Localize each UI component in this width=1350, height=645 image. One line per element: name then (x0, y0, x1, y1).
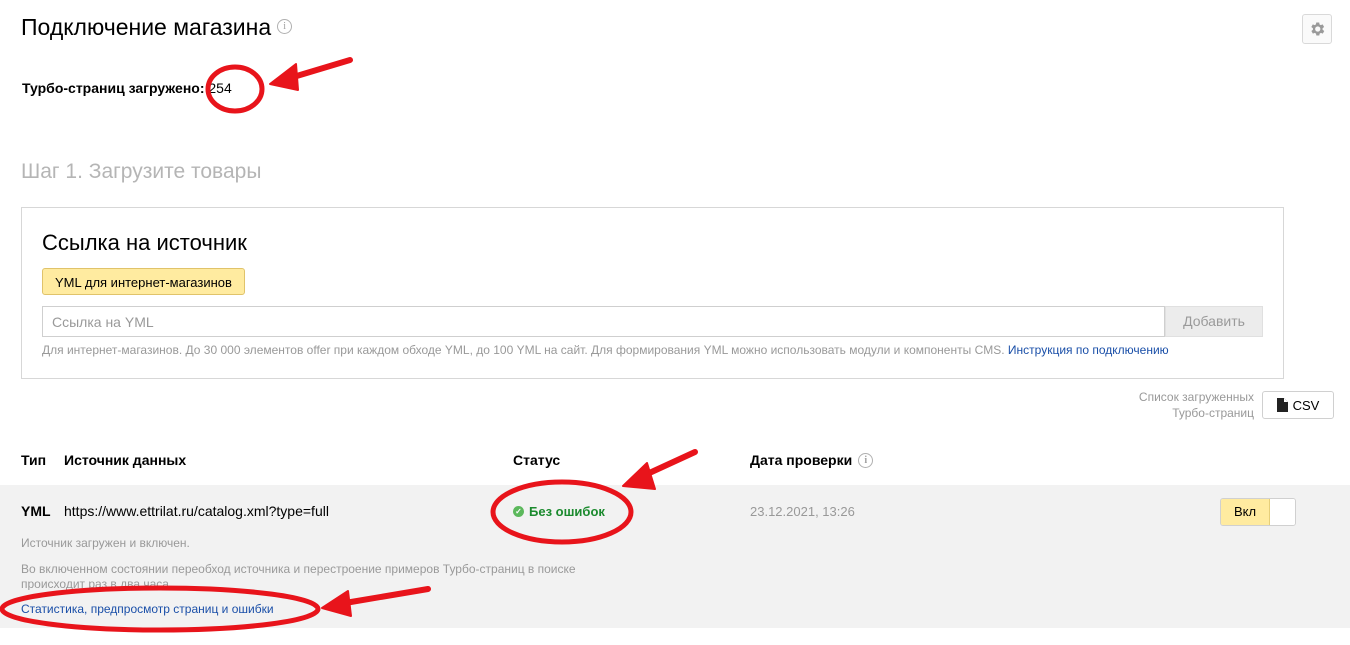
pages-counter-value: 254 (208, 80, 232, 96)
column-header-date: Дата проверки i (750, 452, 874, 469)
arrow-icon (622, 449, 698, 490)
settings-button[interactable] (1302, 14, 1332, 44)
pages-counter-label: Турбо-страниц загружено: (22, 80, 205, 96)
toggle-knob (1270, 499, 1295, 525)
info-icon[interactable]: i (277, 19, 293, 35)
source-title: Ссылка на источник (42, 230, 247, 255)
csv-label-line1: Список загруженных (1138, 390, 1254, 404)
column-header-status: Статус (513, 452, 561, 468)
info-icon[interactable]: i (858, 452, 874, 468)
page-title: Подключение магазина i (21, 14, 293, 41)
yml-url-input[interactable] (42, 306, 1165, 337)
add-button[interactable]: Добавить (1165, 306, 1263, 337)
status-text: Без ошибок (529, 504, 605, 519)
status-badge: ✓ Без ошибок (513, 504, 605, 519)
csv-label-line2: Турбо-страниц (1172, 406, 1254, 420)
check-circle-icon: ✓ (513, 506, 524, 517)
column-header-date-label: Дата проверки (750, 452, 853, 468)
source-toggle[interactable]: Вкл (1220, 498, 1296, 526)
csv-button-label: CSV (1292, 397, 1320, 413)
row-note-loaded: Источник загружен и включен. (21, 536, 190, 550)
statistics-link[interactable]: Статистика, предпросмотр страниц и ошибк… (21, 602, 274, 616)
row-check-date: 23.12.2021, 13:26 (750, 504, 855, 519)
row-note-schedule: Во включенном состоянии переобход источн… (21, 562, 576, 590)
document-icon (1276, 398, 1288, 412)
source-hint-text: Для интернет-магазинов. До 30 000 элемен… (42, 343, 1005, 357)
gear-icon (1311, 22, 1325, 36)
csv-download-button[interactable]: CSV (1262, 391, 1334, 419)
page-title-text: Подключение магазина (21, 14, 272, 40)
arrow-icon (269, 57, 353, 91)
toggle-on-label: Вкл (1221, 499, 1270, 525)
row-type: YML (21, 503, 51, 519)
csv-label: Список загруженных Турбо-страниц (1110, 389, 1254, 421)
column-header-type: Тип (21, 452, 47, 468)
instruction-link[interactable]: Инструкция по подключению (1008, 343, 1169, 357)
column-header-source: Источник данных (64, 452, 187, 468)
row-source-url: https://www.ettrilat.ru/catalog.xml?type… (64, 503, 329, 519)
pages-counter: Турбо-страниц загружено: 254 (22, 80, 232, 96)
step-title: Шаг 1. Загрузите товары (21, 160, 262, 183)
yml-tab[interactable]: YML для интернет-магазинов (42, 268, 245, 295)
source-hint: Для интернет-магазинов. До 30 000 элемен… (42, 343, 1169, 357)
